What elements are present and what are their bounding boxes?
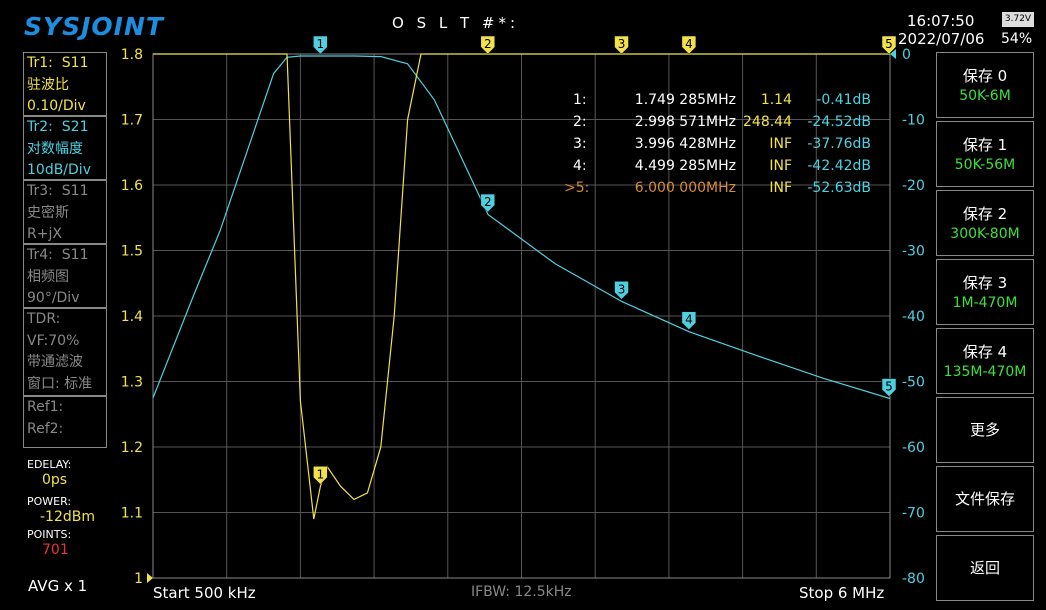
- right-axis-tick-label: -20: [902, 178, 925, 194]
- marker-db: -42.42dB: [807, 158, 871, 174]
- left-axis-tick-label: 1.8: [121, 47, 143, 63]
- left-axis-tick-label: 1: [134, 571, 143, 587]
- right-axis-tick-label: -80: [902, 571, 925, 587]
- marker-flag-label: 3: [618, 37, 626, 51]
- marker-flag-label: 5: [885, 37, 893, 51]
- measurement-plot[interactable]: 1.8 1.7 1.6 1.5 1.4 1.3 1.2 1.1 1 0 -10 -20 -30 -40 -5…: [0, 0, 1046, 610]
- marker-swr: 248.44: [743, 114, 792, 130]
- right-axis-tick-label: -10: [902, 113, 925, 129]
- marker-db: -37.76dB: [807, 136, 871, 152]
- left-axis-tick-label: 1.1: [121, 506, 143, 522]
- marker-swr: 1.14: [760, 92, 792, 108]
- start-frequency[interactable]: Start 500 kHz: [153, 584, 256, 602]
- marker-frequency: 1.749 285MHz: [634, 92, 736, 108]
- left-axis-tick-label: 1.3: [121, 375, 143, 391]
- marker-label: 4:: [573, 158, 587, 174]
- marker-db: -52.63dB: [807, 180, 871, 196]
- marker-db: -24.52dB: [807, 114, 871, 130]
- right-axis-tick-label: 0: [902, 47, 911, 63]
- left-axis-tick-label: 1.5: [121, 244, 143, 260]
- marker-swr: INF: [769, 180, 792, 196]
- right-axis-tick-label: -70: [902, 506, 925, 522]
- left-axis-tick-label: 1.4: [121, 309, 143, 325]
- left-axis-tick-label: 1.6: [121, 178, 143, 194]
- marker-frequency: 4.499 285MHz: [634, 158, 736, 174]
- marker-frequency: 2.998 571MHz: [634, 114, 736, 130]
- right-axis-tick-label: -60: [902, 440, 925, 456]
- marker-db: -0.41dB: [816, 92, 871, 108]
- right-axis-tick-label: -50: [902, 375, 925, 391]
- marker-frequency: 6.000 000MHz: [634, 180, 736, 196]
- marker-label: 1:: [573, 92, 587, 108]
- marker-label: 2:: [573, 114, 587, 130]
- right-axis-tick-label: -40: [902, 309, 925, 325]
- marker-label: >5:: [564, 180, 590, 196]
- right-axis-tick-label: -30: [902, 244, 925, 260]
- marker-flag-label: 4: [685, 37, 693, 51]
- stop-frequency[interactable]: Stop 6 MHz: [799, 584, 884, 602]
- marker-flag-label: 1: [317, 37, 325, 51]
- marker-swr: INF: [769, 158, 792, 174]
- marker-flag-label: 4: [685, 313, 693, 327]
- marker-frequency: 3.996 428MHz: [634, 136, 736, 152]
- marker-flag-label: 5: [885, 380, 893, 394]
- ifbw-status: IFBW: 12.5kHz: [471, 584, 572, 600]
- marker-swr: INF: [769, 136, 792, 152]
- ref-arrow-left-icon: [147, 573, 153, 583]
- marker-flag-label: 1: [317, 467, 325, 481]
- marker-flag-label: 3: [618, 282, 626, 296]
- marker-flag-label: 2: [484, 37, 492, 51]
- marker-label: 3:: [573, 136, 587, 152]
- marker-flag-label: 2: [484, 195, 492, 209]
- left-axis-tick-label: 1.7: [121, 113, 143, 129]
- left-axis-tick-label: 1.2: [121, 440, 143, 456]
